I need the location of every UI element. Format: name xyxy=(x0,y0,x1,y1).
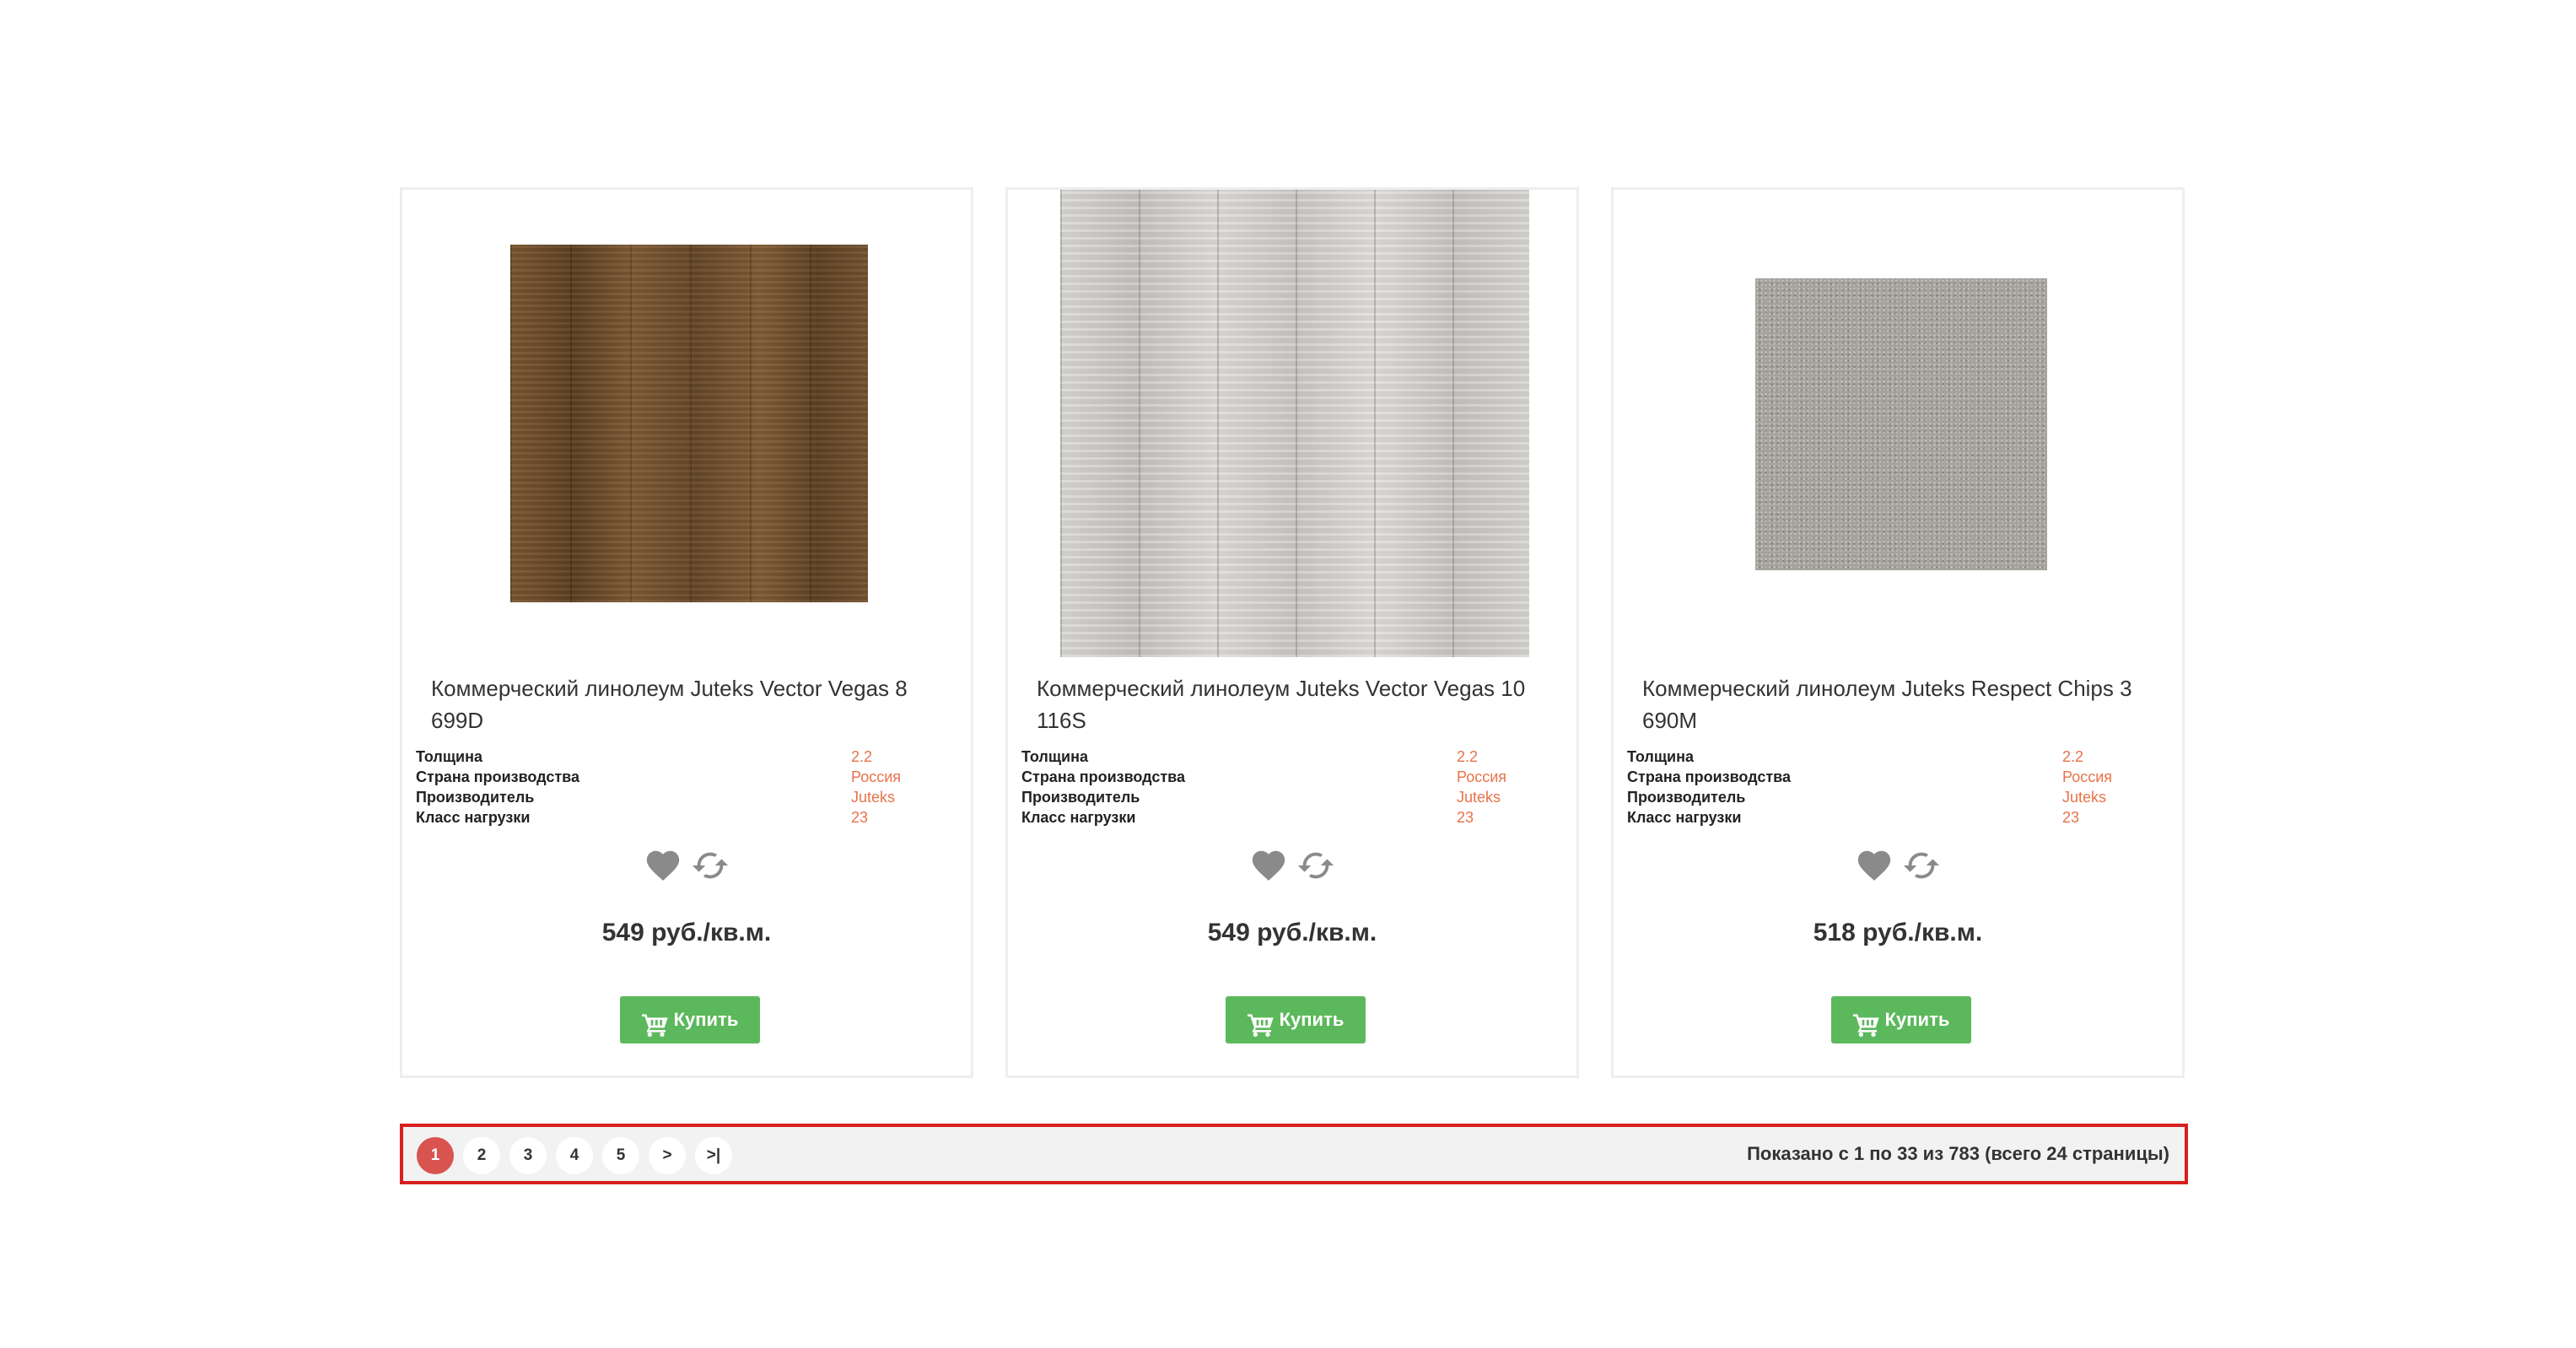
product-title[interactable]: Коммерческий линолеум Juteks Respect Chi… xyxy=(1642,672,2165,736)
product-image[interactable] xyxy=(1755,278,2047,570)
product-image-link[interactable] xyxy=(1614,190,2182,662)
spec-row: Класс нагрузки 23 xyxy=(1021,807,1561,828)
pagination: 1 2 3 4 5 > >| xyxy=(417,1137,741,1174)
spec-label: Производитель xyxy=(1021,789,1140,806)
spec-label: Толщина xyxy=(416,748,482,765)
spec-label: Класс нагрузки xyxy=(1627,809,1742,826)
spec-label: Производитель xyxy=(416,789,535,806)
product-price: 549 руб./кв.м. xyxy=(1207,919,1377,946)
heart-icon[interactable] xyxy=(1249,846,1288,885)
spec-value: 2.2 xyxy=(851,748,873,765)
last-page-button[interactable]: >| xyxy=(695,1137,732,1174)
spec-row: Толщина 2.2 xyxy=(416,747,956,767)
product-specs: Толщина 2.2 Страна производства Россия П… xyxy=(416,747,956,828)
spec-label: Класс нагрузки xyxy=(416,809,531,826)
product-grid: Коммерческий линолеум Juteks Vector Vega… xyxy=(400,187,2188,1081)
product-title[interactable]: Коммерческий линолеум Juteks Vector Vega… xyxy=(431,672,954,736)
product-actions xyxy=(1008,846,1576,887)
refresh-icon[interactable] xyxy=(1296,846,1335,885)
spec-value: 23 xyxy=(1457,809,1474,826)
product-actions xyxy=(1614,846,2182,887)
spec-label: Страна производства xyxy=(1021,768,1186,785)
spec-row: Толщина 2.2 xyxy=(1627,747,2167,767)
product-card: Коммерческий линолеум Juteks Vector Vega… xyxy=(400,187,973,1078)
spec-label: Класс нагрузки xyxy=(1021,809,1136,826)
heart-icon[interactable] xyxy=(644,846,682,885)
page-link-4[interactable]: 4 xyxy=(556,1137,593,1174)
product-card: Коммерческий линолеум Juteks Respect Chi… xyxy=(1611,187,2185,1078)
spec-row: Производитель Juteks xyxy=(1021,787,1561,807)
spec-value: Juteks xyxy=(851,789,896,806)
product-image-link[interactable] xyxy=(402,190,971,662)
product-image[interactable] xyxy=(1060,190,1529,657)
cart-icon xyxy=(641,1007,669,1038)
page-link-2[interactable]: 2 xyxy=(463,1137,500,1174)
product-actions xyxy=(402,846,971,887)
spec-row: Страна производства Россия xyxy=(416,767,956,787)
page-link-5[interactable]: 5 xyxy=(602,1137,639,1174)
spec-row: Класс нагрузки 23 xyxy=(1627,807,2167,828)
pagination-bar: 1 2 3 4 5 > >| Показано с 1 по 33 из 783… xyxy=(400,1124,2188,1184)
spec-label: Страна производства xyxy=(1627,768,1792,785)
spec-label: Производитель xyxy=(1627,789,1746,806)
spec-row: Производитель Juteks xyxy=(1627,787,2167,807)
product-specs: Толщина 2.2 Страна производства Россия П… xyxy=(1627,747,2167,828)
spec-value: 2.2 xyxy=(2062,748,2084,765)
spec-label: Толщина xyxy=(1627,748,1694,765)
product-image[interactable] xyxy=(510,245,868,602)
spec-row: Толщина 2.2 xyxy=(1021,747,1561,767)
spec-value: Juteks xyxy=(2062,789,2107,806)
spec-value: 23 xyxy=(851,809,869,826)
refresh-icon[interactable] xyxy=(1902,846,1941,885)
spec-label: Страна производства xyxy=(416,768,580,785)
pagination-info: Показано с 1 по 33 из 783 (всего 24 стра… xyxy=(1747,1143,2169,1164)
spec-label: Толщина xyxy=(1021,748,1088,765)
spec-row: Производитель Juteks xyxy=(416,787,956,807)
spec-row: Страна производства Россия xyxy=(1021,767,1561,787)
product-card: Коммерческий линолеум Juteks Vector Vega… xyxy=(1005,187,1579,1078)
product-specs: Толщина 2.2 Страна производства Россия П… xyxy=(1021,747,1561,828)
buy-button-label: Купить xyxy=(673,1009,739,1030)
heart-icon[interactable] xyxy=(1855,846,1894,885)
product-image-link[interactable] xyxy=(1008,190,1576,662)
refresh-icon[interactable] xyxy=(691,846,730,885)
product-price: 518 руб./кв.м. xyxy=(1813,919,1983,946)
buy-button[interactable]: Купить xyxy=(1831,996,1971,1043)
spec-value: Juteks xyxy=(1457,789,1501,806)
cart-icon xyxy=(1247,1007,1275,1038)
buy-button[interactable]: Купить xyxy=(1226,996,1366,1043)
next-page-button[interactable]: > xyxy=(649,1137,686,1174)
spec-value: 23 xyxy=(2062,809,2080,826)
spec-value: Россия xyxy=(1457,768,1507,785)
spec-value: 2.2 xyxy=(1457,748,1479,765)
page-link-1[interactable]: 1 xyxy=(417,1137,454,1174)
spec-row: Страна производства Россия xyxy=(1627,767,2167,787)
spec-row: Класс нагрузки 23 xyxy=(416,807,956,828)
buy-button-label: Купить xyxy=(1884,1009,1950,1030)
spec-value: Россия xyxy=(2062,768,2113,785)
page-link-3[interactable]: 3 xyxy=(509,1137,547,1174)
spec-value: Россия xyxy=(851,768,902,785)
cart-icon xyxy=(1852,1007,1880,1038)
product-price: 549 руб./кв.м. xyxy=(601,919,772,946)
buy-button-label: Купить xyxy=(1279,1009,1345,1030)
product-title[interactable]: Коммерческий линолеум Juteks Vector Vega… xyxy=(1037,672,1560,736)
buy-button[interactable]: Купить xyxy=(620,996,760,1043)
